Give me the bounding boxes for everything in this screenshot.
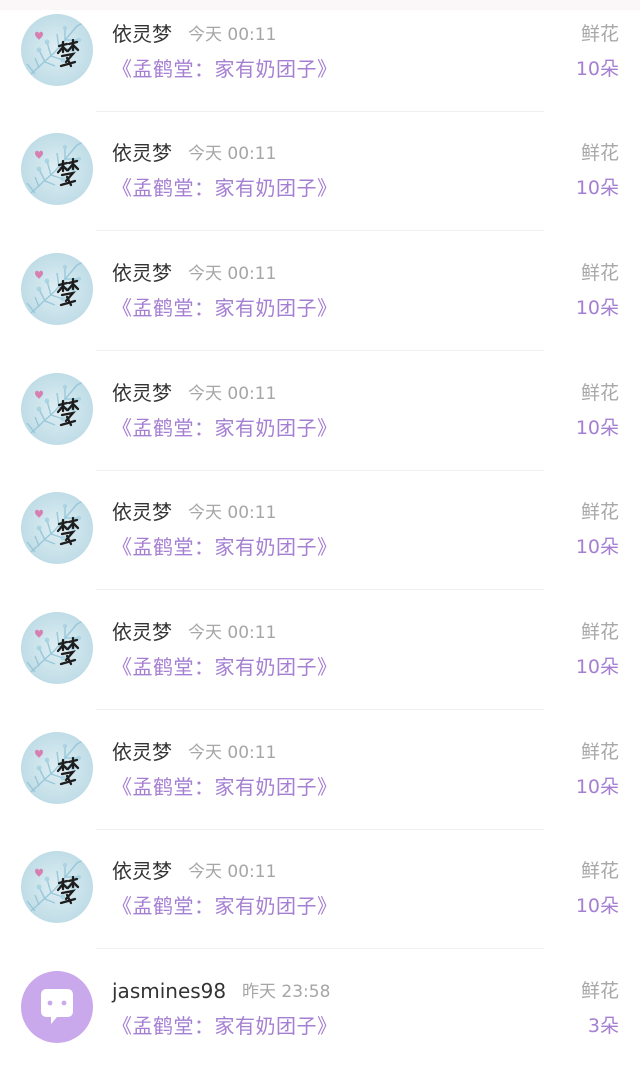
gift-record-row[interactable]: 依灵梦 今天 00:11 《孟鹤堂：家有奶团子》 鲜花 10朵 [0, 113, 640, 233]
gift-record-row[interactable]: 依灵梦 今天 00:11 《孟鹤堂：家有奶团子》 鲜花 10朵 [0, 712, 640, 832]
gift-count: 10朵 [575, 895, 619, 917]
meng-avatar-icon[interactable] [21, 133, 93, 205]
gift-type: 鲜花 [580, 382, 619, 404]
gift-record-row[interactable]: 依灵梦 今天 00:11 《孟鹤堂：家有奶团子》 鲜花 10朵 [0, 592, 640, 712]
user-name[interactable]: 依灵梦 [112, 740, 172, 764]
gift-record-row[interactable]: 依灵梦 今天 00:11 《孟鹤堂：家有奶团子》 鲜花 10朵 [0, 353, 640, 473]
gift-record-row[interactable]: 依灵梦 今天 00:11 《孟鹤堂：家有奶团子》 鲜花 10朵 [0, 472, 640, 592]
user-name[interactable]: 依灵梦 [112, 141, 172, 165]
row-divider [96, 111, 544, 112]
user-name[interactable]: 依灵梦 [112, 22, 172, 46]
row-divider [96, 470, 544, 471]
meng-avatar-icon[interactable] [21, 14, 93, 86]
book-title-link[interactable]: 《孟鹤堂：家有奶团子》 [112, 56, 338, 82]
user-name[interactable]: jasmines98 [112, 979, 226, 1003]
meng-avatar-icon[interactable] [21, 253, 93, 325]
book-title-link[interactable]: 《孟鹤堂：家有奶团子》 [112, 415, 338, 441]
book-title-link[interactable]: 《孟鹤堂：家有奶团子》 [112, 534, 338, 560]
book-title-link[interactable]: 《孟鹤堂：家有奶团子》 [112, 295, 338, 321]
gift-time: 今天 00:11 [188, 862, 277, 882]
row-divider [96, 230, 544, 231]
gift-count: 10朵 [575, 58, 619, 80]
book-title-link[interactable]: 《孟鹤堂：家有奶团子》 [112, 1013, 338, 1039]
meng-avatar-icon[interactable] [21, 492, 93, 564]
row-divider [96, 589, 544, 590]
gift-record-row[interactable]: jasmines98 昨天 23:58 《孟鹤堂：家有奶团子》 鲜花 3朵 [0, 951, 640, 1071]
user-name[interactable]: 依灵梦 [112, 859, 172, 883]
book-title-link[interactable]: 《孟鹤堂：家有奶团子》 [112, 893, 338, 919]
gift-record-row[interactable]: 依灵梦 今天 00:11 《孟鹤堂：家有奶团子》 鲜花 10朵 [0, 233, 640, 353]
user-name[interactable]: 依灵梦 [112, 620, 172, 644]
meng-avatar-icon[interactable] [21, 732, 93, 804]
gift-record-row[interactable]: 依灵梦 今天 00:11 《孟鹤堂：家有奶团子》 鲜花 10朵 [0, 0, 640, 114]
row-divider [96, 829, 544, 830]
gift-count: 10朵 [575, 417, 619, 439]
user-name[interactable]: 依灵梦 [112, 261, 172, 285]
book-title-link[interactable]: 《孟鹤堂：家有奶团子》 [112, 654, 338, 680]
gift-count: 10朵 [575, 776, 619, 798]
gift-type: 鲜花 [580, 980, 619, 1002]
meng-avatar-icon[interactable] [21, 851, 93, 923]
gift-time: 今天 00:11 [188, 503, 277, 523]
book-title-link[interactable]: 《孟鹤堂：家有奶团子》 [112, 175, 338, 201]
gift-time: 今天 00:11 [188, 623, 277, 643]
gift-count: 10朵 [575, 297, 619, 319]
gift-count: 10朵 [575, 656, 619, 678]
gift-type: 鲜花 [580, 621, 619, 643]
user-name[interactable]: 依灵梦 [112, 381, 172, 405]
gift-type: 鲜花 [580, 741, 619, 763]
gift-type: 鲜花 [580, 860, 619, 882]
gift-time: 今天 00:11 [188, 264, 277, 284]
book-title-link[interactable]: 《孟鹤堂：家有奶团子》 [112, 774, 338, 800]
gift-time: 今天 00:11 [188, 384, 277, 404]
gift-count: 3朵 [587, 1015, 619, 1037]
meng-avatar-icon[interactable] [21, 373, 93, 445]
gift-time: 今天 00:11 [188, 144, 277, 164]
gift-time: 今天 00:11 [188, 743, 277, 763]
gift-type: 鲜花 [580, 501, 619, 523]
chat-bubble-avatar-icon[interactable] [21, 971, 93, 1043]
gift-type: 鲜花 [580, 142, 619, 164]
row-divider [96, 709, 544, 710]
gift-time: 今天 00:11 [188, 25, 277, 45]
gift-record-row[interactable]: 依灵梦 今天 00:11 《孟鹤堂：家有奶团子》 鲜花 10朵 [0, 831, 640, 951]
gift-count: 10朵 [575, 177, 619, 199]
meng-avatar-icon[interactable] [21, 612, 93, 684]
gift-count: 10朵 [575, 536, 619, 558]
user-name[interactable]: 依灵梦 [112, 500, 172, 524]
row-divider [96, 948, 544, 949]
gift-type: 鲜花 [580, 262, 619, 284]
gift-type: 鲜花 [580, 23, 619, 45]
row-divider [96, 350, 544, 351]
gift-time: 昨天 23:58 [242, 982, 331, 1002]
